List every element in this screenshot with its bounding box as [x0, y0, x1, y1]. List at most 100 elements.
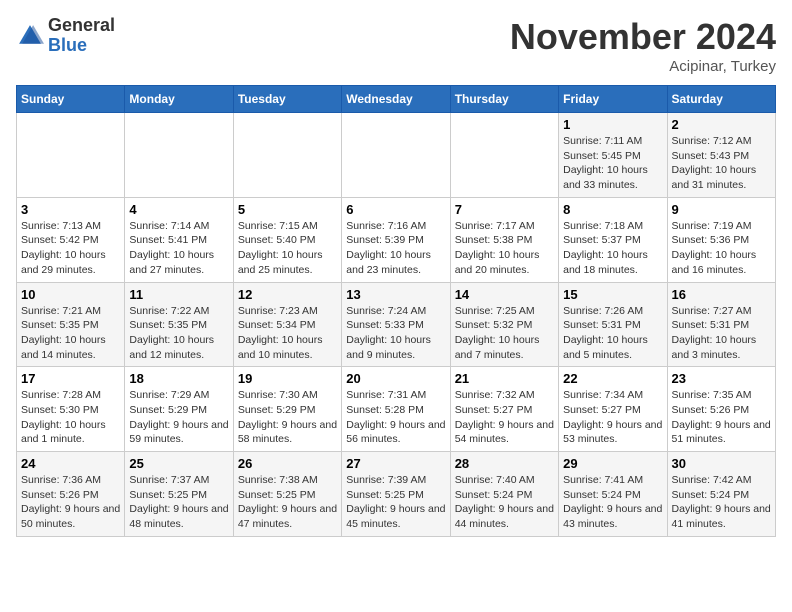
day-number: 23	[672, 371, 771, 386]
week-row-2: 3 Sunrise: 7:13 AM Sunset: 5:42 PM Daylig…	[17, 197, 776, 282]
day-info: Sunrise: 7:24 AM Sunset: 5:33 PM Dayligh…	[346, 304, 445, 363]
day-number: 16	[672, 287, 771, 302]
day-number: 27	[346, 456, 445, 471]
day-cell	[17, 113, 125, 198]
day-info: Sunrise: 7:29 AM Sunset: 5:29 PM Dayligh…	[129, 388, 228, 447]
day-number: 26	[238, 456, 337, 471]
logo-blue-text: Blue	[48, 35, 87, 55]
day-cell: 20Sunrise: 7:31 AM Sunset: 5:28 PM Dayli…	[342, 367, 450, 452]
header-day-monday: Monday	[125, 86, 233, 113]
day-number: 21	[455, 371, 554, 386]
day-number: 15	[563, 287, 662, 302]
day-number: 9	[672, 202, 771, 217]
day-info: Sunrise: 7:12 AM Sunset: 5:43 PM Dayligh…	[672, 134, 771, 193]
day-number: 17	[21, 371, 120, 386]
day-cell: 4 Sunrise: 7:14 AM Sunset: 5:41 PM Daylig…	[125, 197, 233, 282]
week-row-1: 1 Sunrise: 7:11 AM Sunset: 5:45 PM Daylig…	[17, 113, 776, 198]
day-number: 10	[21, 287, 120, 302]
title-block: November 2024 Acipinar, Turkey	[510, 16, 776, 75]
week-row-3: 10Sunrise: 7:21 AM Sunset: 5:35 PM Dayli…	[17, 282, 776, 367]
day-info: Sunrise: 7:22 AM Sunset: 5:35 PM Dayligh…	[129, 304, 228, 363]
day-info: Sunrise: 7:23 AM Sunset: 5:34 PM Dayligh…	[238, 304, 337, 363]
day-info: Sunrise: 7:36 AM Sunset: 5:26 PM Dayligh…	[21, 473, 120, 532]
day-number: 24	[21, 456, 120, 471]
day-info: Sunrise: 7:37 AM Sunset: 5:25 PM Dayligh…	[129, 473, 228, 532]
day-number: 14	[455, 287, 554, 302]
header-day-sunday: Sunday	[17, 86, 125, 113]
week-row-5: 24 Sunrise: 7:36 AM Sunset: 5:26 PM Dayli…	[17, 452, 776, 537]
day-cell: 10Sunrise: 7:21 AM Sunset: 5:35 PM Dayli…	[17, 282, 125, 367]
day-cell: 1 Sunrise: 7:11 AM Sunset: 5:45 PM Daylig…	[559, 113, 667, 198]
day-cell: 17 Sunrise: 7:28 AM Sunset: 5:30 PM Dayli…	[17, 367, 125, 452]
page-header: General Blue November 2024 Acipinar, Tur…	[16, 16, 776, 75]
calendar-body: 1 Sunrise: 7:11 AM Sunset: 5:45 PM Daylig…	[17, 113, 776, 537]
day-number: 3	[21, 202, 120, 217]
day-cell: 27 Sunrise: 7:39 AM Sunset: 5:25 PM Dayli…	[342, 452, 450, 537]
day-info: Sunrise: 7:25 AM Sunset: 5:32 PM Dayligh…	[455, 304, 554, 363]
day-info: Sunrise: 7:28 AM Sunset: 5:30 PM Dayligh…	[21, 388, 120, 447]
day-number: 20	[346, 371, 445, 386]
day-cell: 13 Sunrise: 7:24 AM Sunset: 5:33 PM Dayli…	[342, 282, 450, 367]
header-day-thursday: Thursday	[450, 86, 558, 113]
header-day-saturday: Saturday	[667, 86, 775, 113]
day-number: 30	[672, 456, 771, 471]
day-info: Sunrise: 7:11 AM Sunset: 5:45 PM Dayligh…	[563, 134, 662, 193]
day-number: 18	[129, 371, 228, 386]
day-info: Sunrise: 7:41 AM Sunset: 5:24 PM Dayligh…	[563, 473, 662, 532]
day-info: Sunrise: 7:39 AM Sunset: 5:25 PM Dayligh…	[346, 473, 445, 532]
calendar-header: SundayMondayTuesdayWednesdayThursdayFrid…	[17, 86, 776, 113]
day-number: 6	[346, 202, 445, 217]
day-cell: 6 Sunrise: 7:16 AM Sunset: 5:39 PM Daylig…	[342, 197, 450, 282]
day-info: Sunrise: 7:40 AM Sunset: 5:24 PM Dayligh…	[455, 473, 554, 532]
logo-icon	[16, 22, 44, 50]
day-info: Sunrise: 7:32 AM Sunset: 5:27 PM Dayligh…	[455, 388, 554, 447]
day-cell: 29Sunrise: 7:41 AM Sunset: 5:24 PM Dayli…	[559, 452, 667, 537]
header-day-wednesday: Wednesday	[342, 86, 450, 113]
day-number: 8	[563, 202, 662, 217]
day-info: Sunrise: 7:14 AM Sunset: 5:41 PM Dayligh…	[129, 219, 228, 278]
day-cell: 3 Sunrise: 7:13 AM Sunset: 5:42 PM Daylig…	[17, 197, 125, 282]
day-cell: 19Sunrise: 7:30 AM Sunset: 5:29 PM Dayli…	[233, 367, 341, 452]
day-cell: 28 Sunrise: 7:40 AM Sunset: 5:24 PM Dayli…	[450, 452, 558, 537]
week-row-4: 17 Sunrise: 7:28 AM Sunset: 5:30 PM Dayli…	[17, 367, 776, 452]
day-cell: 16 Sunrise: 7:27 AM Sunset: 5:31 PM Dayli…	[667, 282, 775, 367]
day-info: Sunrise: 7:34 AM Sunset: 5:27 PM Dayligh…	[563, 388, 662, 447]
day-number: 22	[563, 371, 662, 386]
day-cell: 5 Sunrise: 7:15 AM Sunset: 5:40 PM Daylig…	[233, 197, 341, 282]
day-info: Sunrise: 7:15 AM Sunset: 5:40 PM Dayligh…	[238, 219, 337, 278]
day-cell: 30 Sunrise: 7:42 AM Sunset: 5:24 PM Dayli…	[667, 452, 775, 537]
day-cell: 22 Sunrise: 7:34 AM Sunset: 5:27 PM Dayli…	[559, 367, 667, 452]
day-cell: 21 Sunrise: 7:32 AM Sunset: 5:27 PM Dayli…	[450, 367, 558, 452]
header-row: SundayMondayTuesdayWednesdayThursdayFrid…	[17, 86, 776, 113]
day-cell	[450, 113, 558, 198]
day-info: Sunrise: 7:13 AM Sunset: 5:42 PM Dayligh…	[21, 219, 120, 278]
location-title: Acipinar, Turkey	[510, 58, 776, 75]
day-info: Sunrise: 7:35 AM Sunset: 5:26 PM Dayligh…	[672, 388, 771, 447]
day-number: 12	[238, 287, 337, 302]
day-number: 5	[238, 202, 337, 217]
day-cell: 12 Sunrise: 7:23 AM Sunset: 5:34 PM Dayli…	[233, 282, 341, 367]
day-info: Sunrise: 7:16 AM Sunset: 5:39 PM Dayligh…	[346, 219, 445, 278]
day-info: Sunrise: 7:42 AM Sunset: 5:24 PM Dayligh…	[672, 473, 771, 532]
day-cell	[342, 113, 450, 198]
day-cell: 14 Sunrise: 7:25 AM Sunset: 5:32 PM Dayli…	[450, 282, 558, 367]
day-cell	[233, 113, 341, 198]
day-number: 1	[563, 117, 662, 132]
day-info: Sunrise: 7:27 AM Sunset: 5:31 PM Dayligh…	[672, 304, 771, 363]
day-cell: 2Sunrise: 7:12 AM Sunset: 5:43 PM Daylig…	[667, 113, 775, 198]
logo: General Blue	[16, 16, 115, 56]
day-cell: 11 Sunrise: 7:22 AM Sunset: 5:35 PM Dayli…	[125, 282, 233, 367]
day-info: Sunrise: 7:17 AM Sunset: 5:38 PM Dayligh…	[455, 219, 554, 278]
day-cell: 8Sunrise: 7:18 AM Sunset: 5:37 PM Daylig…	[559, 197, 667, 282]
calendar-table: SundayMondayTuesdayWednesdayThursdayFrid…	[16, 85, 776, 537]
header-day-tuesday: Tuesday	[233, 86, 341, 113]
header-day-friday: Friday	[559, 86, 667, 113]
day-number: 4	[129, 202, 228, 217]
day-cell: 25Sunrise: 7:37 AM Sunset: 5:25 PM Dayli…	[125, 452, 233, 537]
day-number: 13	[346, 287, 445, 302]
day-number: 28	[455, 456, 554, 471]
day-cell: 26Sunrise: 7:38 AM Sunset: 5:25 PM Dayli…	[233, 452, 341, 537]
day-cell: 23 Sunrise: 7:35 AM Sunset: 5:26 PM Dayli…	[667, 367, 775, 452]
day-cell: 7Sunrise: 7:17 AM Sunset: 5:38 PM Daylig…	[450, 197, 558, 282]
day-number: 11	[129, 287, 228, 302]
